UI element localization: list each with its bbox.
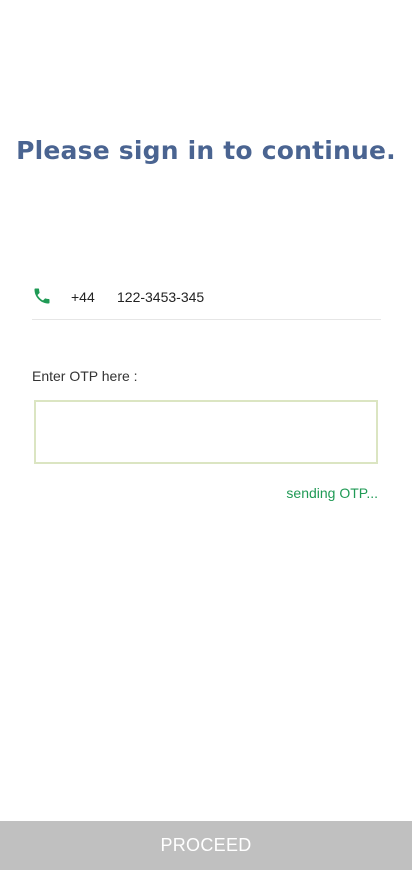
otp-status-text: sending OTP...	[286, 485, 378, 501]
country-code[interactable]: +44	[71, 289, 95, 305]
phone-number[interactable]: 122-3453-345	[117, 289, 204, 305]
proceed-button[interactable]: PROCEED	[0, 821, 412, 870]
phone-icon	[34, 288, 50, 304]
phone-number-row[interactable]: +44 122-3453-345	[32, 282, 381, 320]
sign-in-screen: Please sign in to continue. +44 122-3453…	[0, 0, 412, 870]
otp-input[interactable]	[34, 400, 378, 464]
otp-label: Enter OTP here :	[32, 368, 138, 384]
page-title: Please sign in to continue.	[16, 136, 396, 165]
